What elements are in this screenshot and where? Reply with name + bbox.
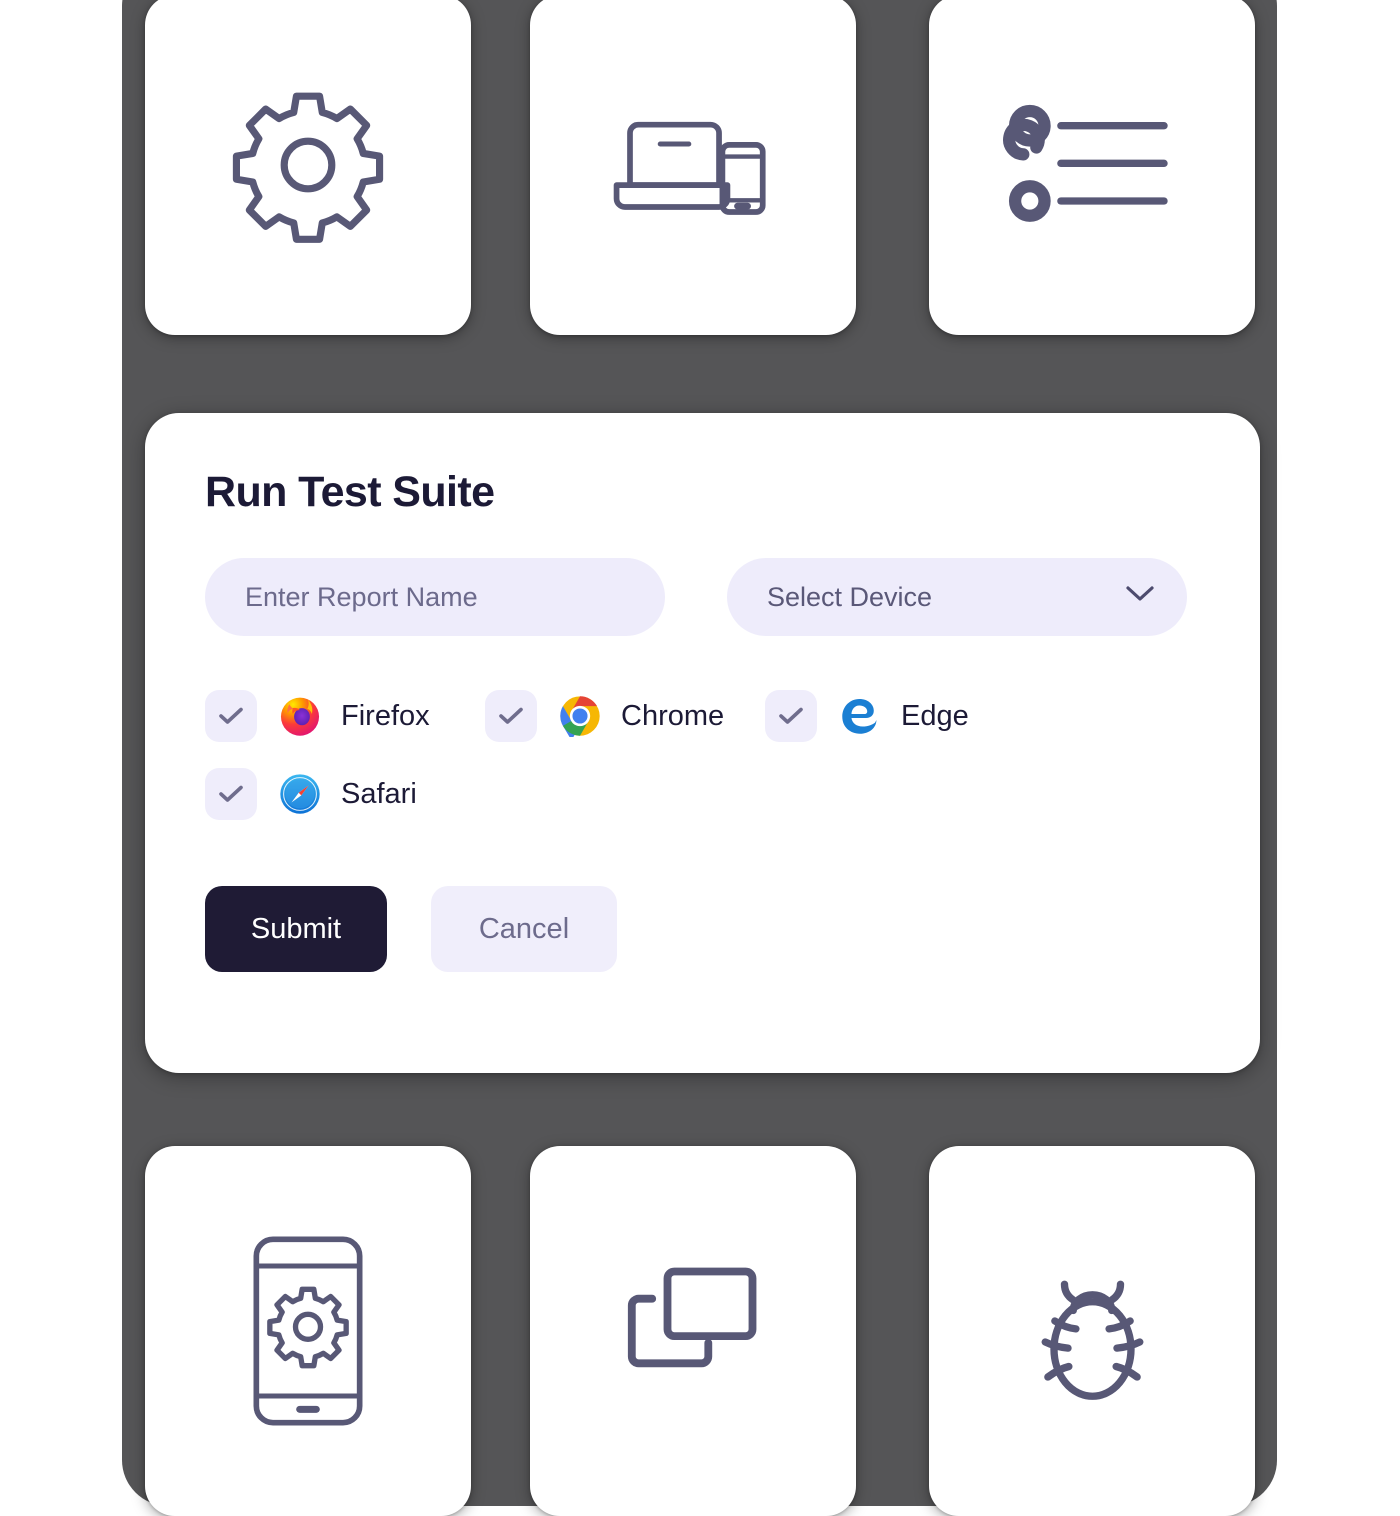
check-icon <box>219 785 243 802</box>
device-select-label: Select Device <box>767 581 933 612</box>
safari-logo <box>279 773 321 815</box>
browser-label: Chrome <box>621 699 725 732</box>
browser-option-firefox[interactable]: Firefox <box>205 690 485 742</box>
firefox-logo <box>279 695 321 737</box>
card-settings-gear[interactable] <box>145 0 471 335</box>
form-row: Select Device <box>205 558 1200 636</box>
checkbox-firefox[interactable] <box>205 690 257 742</box>
browser-selection-grid: Firefox Chrome Edge Safari <box>205 690 1105 820</box>
check-icon <box>499 707 523 724</box>
chevron-down-icon <box>1125 585 1155 609</box>
browser-option-chrome[interactable]: Chrome <box>485 690 765 742</box>
gear-icon <box>223 80 393 250</box>
check-icon <box>779 707 803 724</box>
phone-with-gear-icon <box>248 1231 368 1431</box>
bug-icon <box>1005 1244 1180 1419</box>
cancel-button[interactable]: Cancel <box>431 886 617 972</box>
report-name-input[interactable] <box>205 558 665 636</box>
check-icon <box>219 707 243 724</box>
dialog-actions: Submit Cancel <box>205 886 1200 972</box>
checkbox-chrome[interactable] <box>485 690 537 742</box>
card-mobile-settings[interactable] <box>145 1146 471 1516</box>
submit-button[interactable]: Submit <box>205 886 387 972</box>
checkbox-edge[interactable] <box>765 690 817 742</box>
bulleted-list-icon <box>1002 95 1182 235</box>
checkbox-safari[interactable] <box>205 768 257 820</box>
browser-label: Firefox <box>341 699 430 732</box>
browser-option-edge[interactable]: Edge <box>765 690 1045 742</box>
device-select[interactable]: Select Device <box>727 558 1187 636</box>
page-title: Run Test Suite <box>205 468 495 516</box>
browser-label: Safari <box>341 777 417 810</box>
card-devices[interactable] <box>530 0 856 335</box>
run-test-suite-dialog: Run Test Suite Select Device <box>145 413 1260 1073</box>
laptop-and-phone-icon <box>588 80 798 250</box>
browser-option-safari[interactable]: Safari <box>205 768 485 820</box>
card-screen-sizes[interactable] <box>530 1146 856 1516</box>
edge-logo <box>839 695 881 737</box>
card-test-list[interactable] <box>929 0 1255 335</box>
chrome-logo <box>559 695 601 741</box>
browser-label: Edge <box>901 699 969 732</box>
overlapping-screens-icon <box>608 1256 778 1406</box>
card-bug-report[interactable] <box>929 1146 1255 1516</box>
